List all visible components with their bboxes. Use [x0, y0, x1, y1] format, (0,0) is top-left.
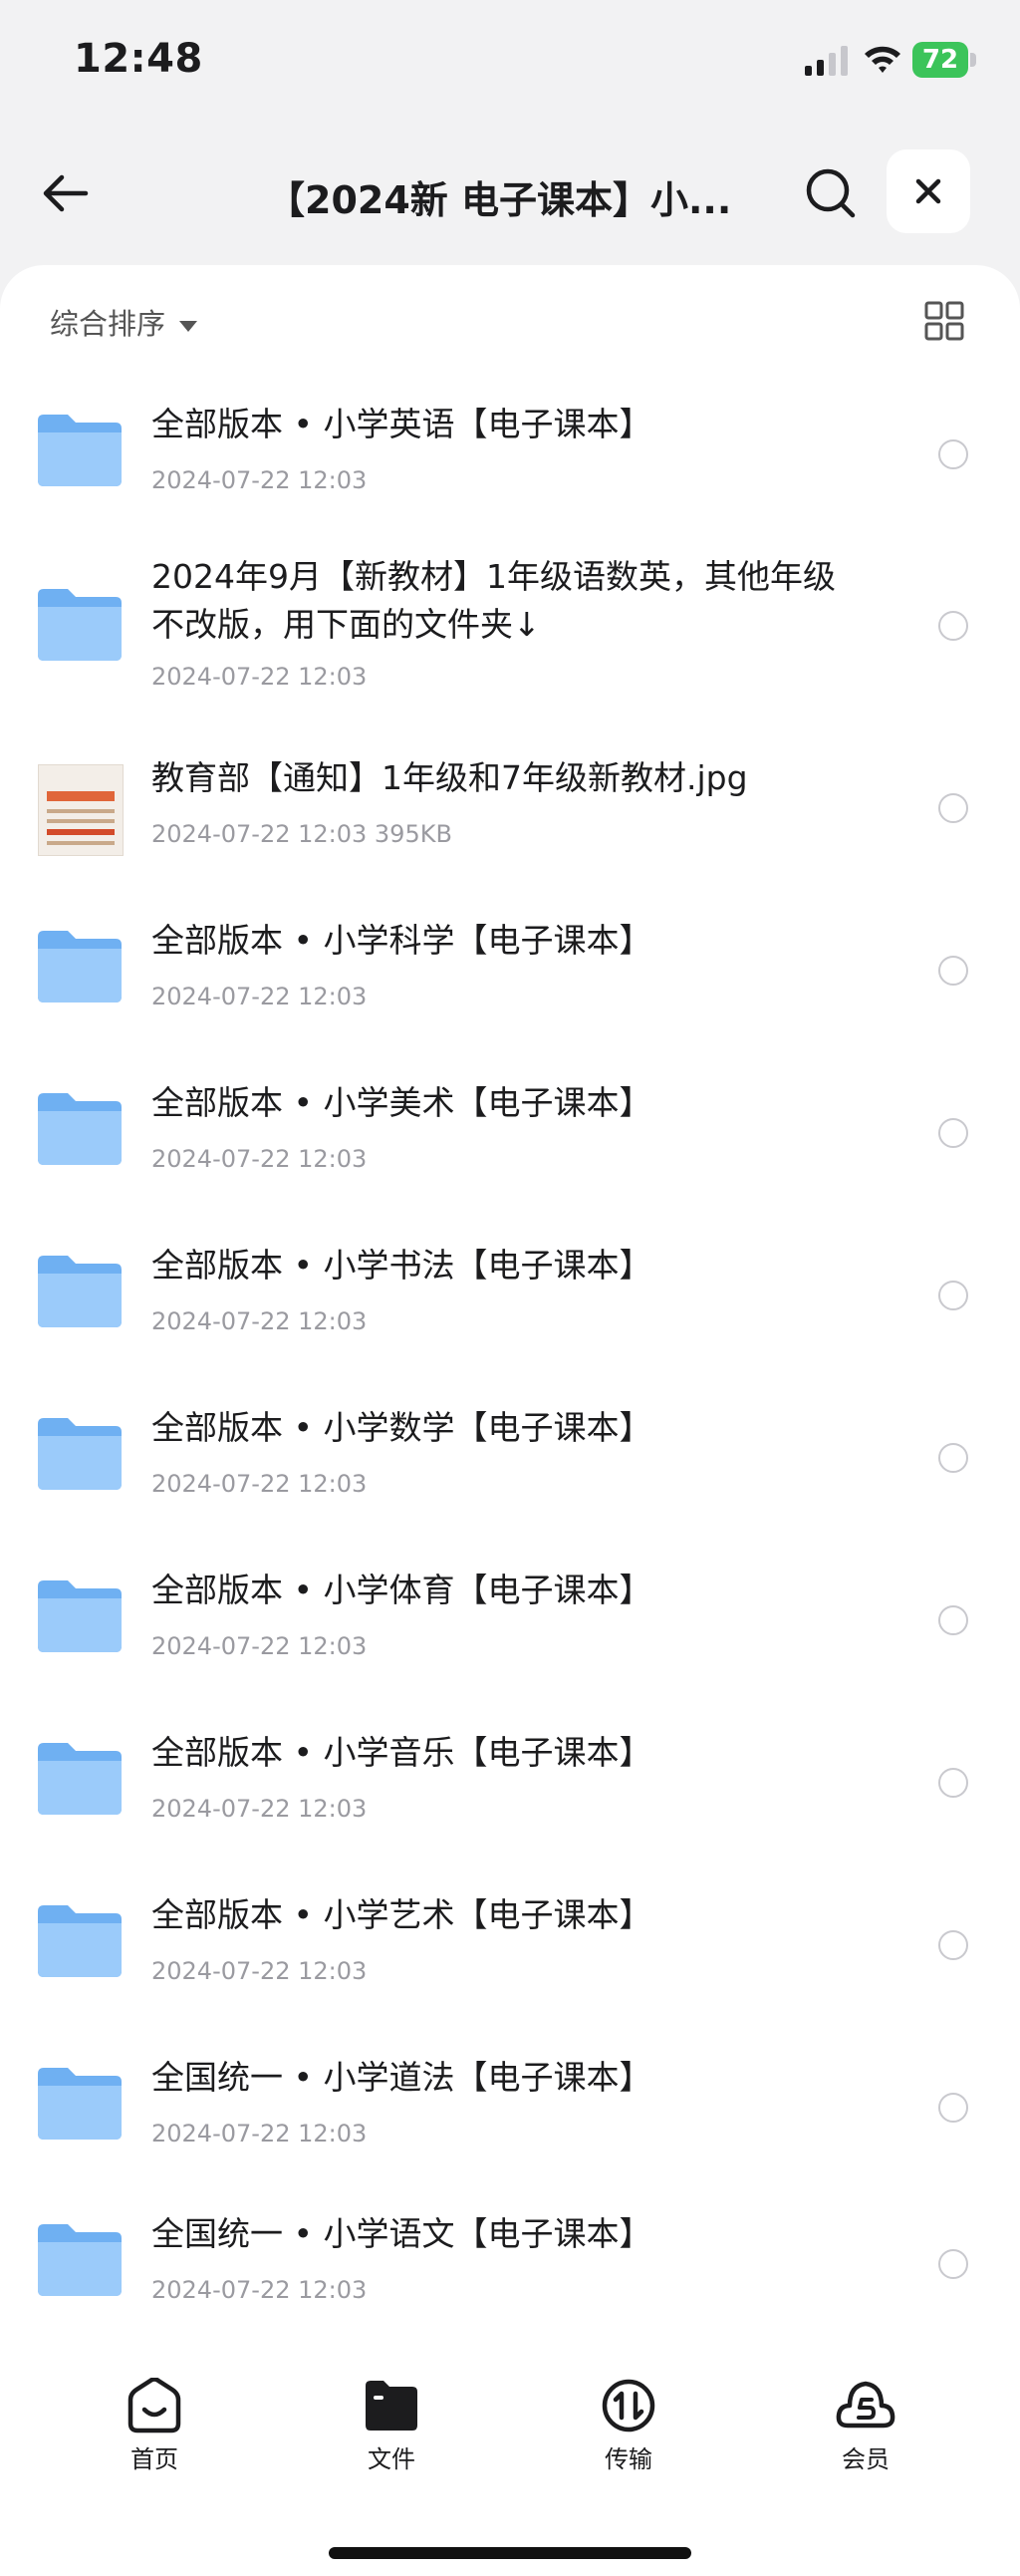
close-button[interactable] [887, 149, 970, 233]
file-row[interactable]: 2024年9月【新教材】1年级语数英，其他年级不改版，用下面的文件夹↓ 2024… [0, 549, 1020, 738]
bottom-tab-bar: 首页 文件 传输 会员 [0, 2338, 1020, 2576]
file-name: 全部版本 • 小学数学【电子课本】 [151, 1408, 652, 1447]
tab-label: 文件 [368, 2445, 415, 2473]
battery-cap [970, 53, 976, 67]
file-row[interactable]: 全部版本 • 小学音乐【电子课本】 2024-07-22 12:03 [0, 1713, 1020, 1872]
tab-label: 会员 [842, 2445, 890, 2473]
folder-icon [38, 1093, 122, 1165]
transfer-icon [602, 2379, 655, 2433]
wifi-icon [865, 46, 900, 73]
file-row[interactable]: 全部版本 • 小学书法【电子课本】 2024-07-22 12:03 [0, 1226, 1020, 1385]
navigation-bar: 【2024新 电子课本】小... [0, 140, 1020, 249]
arrow-left-icon[interactable] [36, 163, 96, 223]
select-radio[interactable] [938, 1118, 968, 1148]
select-radio[interactable] [938, 2093, 968, 2123]
file-meta: 2024-07-22 12:03 [151, 1470, 368, 1498]
folder-icon [38, 1256, 122, 1327]
select-radio[interactable] [938, 1930, 968, 1960]
file-row[interactable]: 全国统一 • 小学道法【电子课本】 2024-07-22 12:03 [0, 2038, 1020, 2197]
file-row[interactable]: 教育部【通知】1年级和7年级新教材.jpg 2024-07-22 12:03 3… [0, 738, 1020, 898]
file-row[interactable]: 全部版本 • 小学科学【电子课本】 2024-07-22 12:03 [0, 901, 1020, 1060]
select-radio[interactable] [938, 956, 968, 986]
file-meta: 2024-07-22 12:03 [151, 1307, 368, 1335]
select-radio[interactable] [938, 793, 968, 823]
folder-icon [38, 2068, 122, 2140]
page-title: 【2024新 电子课本】小... [267, 178, 732, 222]
battery-indicator: 72 [912, 42, 978, 78]
select-radio[interactable] [938, 1605, 968, 1635]
file-row[interactable]: 全国统一 • 小学语文【电子课本】 2024-07-22 12:03 [0, 2194, 1020, 2338]
folder-icon [38, 1580, 122, 1652]
file-meta: 2024-07-22 12:03 [151, 983, 368, 1010]
close-icon [915, 178, 941, 204]
select-radio[interactable] [938, 1768, 968, 1798]
status-time: 12:48 [74, 36, 203, 82]
file-name: 全部版本 • 小学艺术【电子课本】 [151, 1895, 652, 1934]
caret-down-icon [179, 320, 198, 332]
select-radio[interactable] [938, 1443, 968, 1473]
file-meta: 2024-07-22 12:03 [151, 2276, 368, 2304]
file-list-card: 综合排序 全部版本 • 小学英语【电子课本】 2024-07-22 12:03 … [0, 265, 1020, 2338]
file-row[interactable]: 全部版本 • 小学英语【电子课本】 2024-07-22 12:03 [0, 385, 1020, 544]
file-name: 全部版本 • 小学体育【电子课本】 [151, 1571, 652, 1609]
home-indicator[interactable] [329, 2547, 691, 2559]
status-bar: 12:48 72 [0, 0, 1020, 120]
select-radio[interactable] [938, 611, 968, 641]
file-row[interactable]: 全部版本 • 小学体育【电子课本】 2024-07-22 12:03 [0, 1551, 1020, 1710]
folder-icon [38, 1418, 122, 1490]
file-meta: 2024-07-22 12:03 [151, 466, 368, 494]
file-meta: 2024-07-22 12:03 395KB [151, 820, 452, 848]
file-meta: 2024-07-22 12:03 [151, 1145, 368, 1173]
folder-icon [38, 1743, 122, 1815]
file-row[interactable]: 全部版本 • 小学数学【电子课本】 2024-07-22 12:03 [0, 1388, 1020, 1548]
folder-icon [38, 931, 122, 1002]
file-name: 全部版本 • 小学科学【电子课本】 [151, 921, 652, 960]
folder-icon [38, 2224, 122, 2296]
tab-transfer[interactable]: 传输 [564, 2378, 693, 2474]
file-name: 全国统一 • 小学语文【电子课本】 [151, 2214, 652, 2253]
file-name: 全部版本 • 小学音乐【电子课本】 [151, 1733, 652, 1772]
tab-member[interactable]: 会员 [801, 2378, 930, 2474]
file-row[interactable]: 全部版本 • 小学美术【电子课本】 2024-07-22 12:03 [0, 1063, 1020, 1223]
cellular-signal-icon [805, 46, 848, 76]
file-name: 全国统一 • 小学道法【电子课本】 [151, 2058, 652, 2097]
folder-icon [38, 415, 122, 486]
file-meta: 2024-07-22 12:03 [151, 663, 368, 691]
file-name: 全部版本 • 小学英语【电子课本】 [151, 405, 652, 443]
file-name: 全部版本 • 小学美术【电子课本】 [151, 1083, 652, 1122]
file-meta: 2024-07-22 12:03 [151, 1957, 368, 1985]
file-row[interactable]: 全部版本 • 小学艺术【电子课本】 2024-07-22 12:03 [0, 1875, 1020, 2035]
search-icon[interactable] [801, 163, 861, 223]
folder-icon [366, 2381, 417, 2431]
file-name: 全部版本 • 小学书法【电子课本】 [151, 1246, 652, 1285]
battery-level: 72 [921, 45, 959, 75]
home-icon [128, 2378, 181, 2433]
sort-dropdown[interactable]: 综合排序 [50, 301, 198, 343]
tab-home[interactable]: 首页 [90, 2378, 219, 2474]
tab-files[interactable]: 文件 [327, 2378, 456, 2474]
folder-icon [38, 589, 122, 661]
sort-label: 综合排序 [50, 307, 166, 341]
tab-label: 传输 [605, 2445, 652, 2473]
file-name: 2024年9月【新教材】1年级语数英，其他年级不改版，用下面的文件夹↓ [151, 557, 836, 644]
image-thumbnail [38, 764, 124, 856]
member-icon [836, 2381, 895, 2429]
tab-label: 首页 [130, 2445, 178, 2473]
file-meta: 2024-07-22 12:03 [151, 1795, 368, 1823]
grid-view-icon[interactable] [924, 301, 964, 341]
file-meta: 2024-07-22 12:03 [151, 1632, 368, 1660]
file-meta: 2024-07-22 12:03 [151, 2120, 368, 2147]
select-radio[interactable] [938, 1281, 968, 1310]
file-name: 教育部【通知】1年级和7年级新教材.jpg [151, 758, 748, 797]
select-radio[interactable] [938, 2249, 968, 2279]
select-radio[interactable] [938, 439, 968, 469]
folder-icon [38, 1905, 122, 1977]
